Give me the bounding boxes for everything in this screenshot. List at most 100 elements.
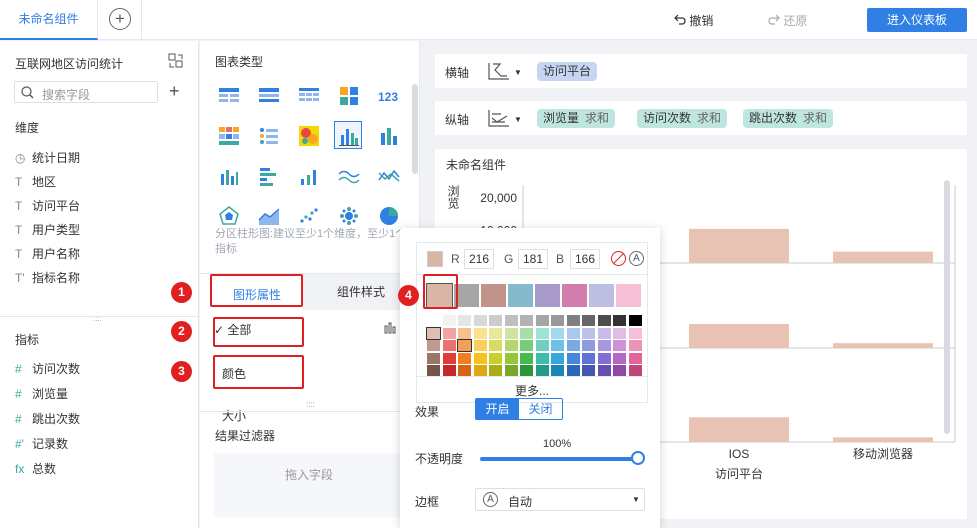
palette-color-swatch[interactable]: [566, 315, 580, 326]
palette-color-swatch[interactable]: [458, 352, 471, 364]
x-axis-dropdown-caret-icon[interactable]: ▼: [514, 68, 522, 77]
chart-type-scrollbar[interactable]: [412, 84, 418, 174]
dimension-item-user-name[interactable]: T 用户名称: [15, 246, 80, 262]
chart-type-bar-icon[interactable]: [214, 161, 242, 189]
palette-color-swatch[interactable]: [628, 352, 642, 364]
dimension-item-date[interactable]: ◷ 统计日期: [15, 150, 80, 166]
chart-type-group-table-icon[interactable]: [254, 81, 282, 109]
palette-color-swatch[interactable]: [473, 352, 487, 364]
metric-item-record-count[interactable]: #' 记录数: [15, 436, 68, 452]
palette-color-swatch[interactable]: [535, 315, 549, 326]
palette-color-swatch[interactable]: [566, 352, 580, 364]
chart-type-heat-table-icon[interactable]: [214, 121, 242, 149]
palette-color-swatch[interactable]: [613, 352, 626, 364]
y-axis-field-pill-pageviews[interactable]: 浏览量 求和: [537, 109, 616, 128]
palette-color-swatch[interactable]: [535, 352, 549, 364]
chart-type-polyline-icon[interactable]: [374, 161, 402, 189]
switch-dataset-icon[interactable]: [168, 53, 184, 69]
result-filter-dropzone[interactable]: 拖入字段: [214, 453, 404, 517]
palette-color-swatch[interactable]: [582, 340, 595, 351]
enter-dashboard-button[interactable]: 进入仪表板: [867, 8, 967, 32]
opacity-slider-track[interactable]: [480, 457, 638, 461]
theme-color-swatch[interactable]: [481, 284, 506, 307]
palette-color-swatch[interactable]: [597, 340, 611, 351]
palette-color-swatch[interactable]: [458, 327, 471, 339]
more-colors-button[interactable]: 更多...: [417, 382, 647, 399]
palette-color-swatch[interactable]: [582, 327, 595, 339]
palette-color-swatch[interactable]: [597, 315, 611, 326]
palette-color-swatch[interactable]: [551, 365, 564, 376]
bar-chart-icon[interactable]: [384, 321, 398, 337]
y-axis-field-pill-visits[interactable]: 访问次数 求和: [637, 109, 728, 128]
theme-color-swatch[interactable]: [589, 284, 614, 307]
chart-scrollbar[interactable]: [944, 180, 950, 434]
palette-color-swatch[interactable]: [582, 365, 595, 376]
palette-color-swatch[interactable]: [613, 340, 626, 351]
palette-color-swatch[interactable]: [628, 327, 642, 339]
border-select[interactable]: A 自动 ▼: [475, 488, 645, 511]
palette-color-swatch[interactable]: [628, 315, 642, 326]
palette-color-swatch[interactable]: [442, 340, 456, 351]
b-value-input[interactable]: 166: [570, 249, 600, 269]
chart-type-horizontal-bar-icon[interactable]: [254, 161, 282, 189]
chart-type-number-icon[interactable]: 123: [374, 81, 402, 109]
palette-color-swatch[interactable]: [442, 315, 456, 326]
palette-color-swatch[interactable]: [442, 365, 456, 376]
effect-on-button[interactable]: 开启: [476, 399, 519, 419]
field-search-input[interactable]: 搜索字段: [14, 81, 158, 103]
palette-color-swatch[interactable]: [457, 339, 472, 352]
palette-color-swatch[interactable]: [613, 327, 626, 339]
palette-color-swatch[interactable]: [551, 352, 564, 364]
palette-color-swatch[interactable]: [520, 327, 533, 339]
palette-color-swatch[interactable]: [535, 365, 549, 376]
palette-color-swatch[interactable]: [442, 352, 456, 364]
dimension-item-region[interactable]: T 地区: [15, 174, 56, 190]
chart-type-kpi-icon[interactable]: [334, 81, 362, 109]
chart-type-scatter-icon[interactable]: [294, 201, 322, 229]
palette-color-swatch[interactable]: [473, 327, 487, 339]
palette-color-swatch[interactable]: [427, 315, 440, 326]
palette-color-swatch[interactable]: [566, 340, 580, 351]
theme-color-swatch[interactable]: [535, 284, 560, 307]
y-axis-type-icon[interactable]: [487, 108, 511, 131]
chart-type-radar-icon[interactable]: [214, 201, 242, 229]
x-axis-field-pill[interactable]: 访问平台: [537, 62, 598, 81]
chart-type-line-icon[interactable]: [334, 161, 362, 189]
dimension-item-platform[interactable]: T 访问平台: [15, 198, 80, 214]
palette-color-swatch[interactable]: [504, 327, 518, 339]
theme-color-swatch[interactable]: [616, 284, 641, 307]
add-tab-button[interactable]: +: [109, 8, 131, 30]
palette-color-swatch[interactable]: [535, 327, 549, 339]
palette-color-swatch[interactable]: [504, 365, 518, 376]
metric-item-pageviews[interactable]: # 浏览量: [15, 386, 68, 402]
palette-color-swatch[interactable]: [597, 365, 611, 376]
palette-color-swatch[interactable]: [551, 327, 564, 339]
palette-color-swatch[interactable]: [582, 352, 595, 364]
splitter-handle[interactable]: ::::: [93, 315, 102, 323]
palette-color-swatch[interactable]: [489, 365, 502, 376]
palette-color-swatch[interactable]: [628, 340, 642, 351]
undo-button[interactable]: 撤销: [674, 12, 713, 29]
palette-color-swatch[interactable]: [489, 315, 502, 326]
chart-type-cross-table-icon[interactable]: [294, 81, 322, 109]
palette-color-swatch[interactable]: [597, 327, 611, 339]
palette-color-swatch[interactable]: [520, 365, 533, 376]
metric-item-visits[interactable]: # 访问次数: [15, 361, 80, 377]
chart-type-table-icon[interactable]: [214, 81, 242, 109]
palette-color-swatch[interactable]: [426, 326, 441, 340]
palette-color-swatch[interactable]: [427, 365, 440, 376]
no-color-icon[interactable]: [611, 251, 626, 266]
palette-color-swatch[interactable]: [613, 315, 626, 326]
y-axis-dropdown-caret-icon[interactable]: ▼: [514, 115, 522, 124]
chart-type-area-icon[interactable]: [254, 201, 282, 229]
palette-color-swatch[interactable]: [566, 327, 580, 339]
x-axis-type-icon[interactable]: [487, 61, 511, 84]
dimension-item-user-type[interactable]: T 用户类型: [15, 222, 80, 238]
splitter-handle-filter[interactable]: ::::: [306, 401, 315, 409]
y-axis-field-pill-bounces[interactable]: 跳出次数 求和: [743, 109, 834, 128]
theme-color-swatch[interactable]: [562, 284, 587, 307]
palette-color-swatch[interactable]: [520, 315, 533, 326]
palette-color-swatch[interactable]: [628, 365, 642, 376]
chart-type-stacked-bar-icon[interactable]: [374, 121, 402, 149]
palette-color-swatch[interactable]: [473, 365, 487, 376]
